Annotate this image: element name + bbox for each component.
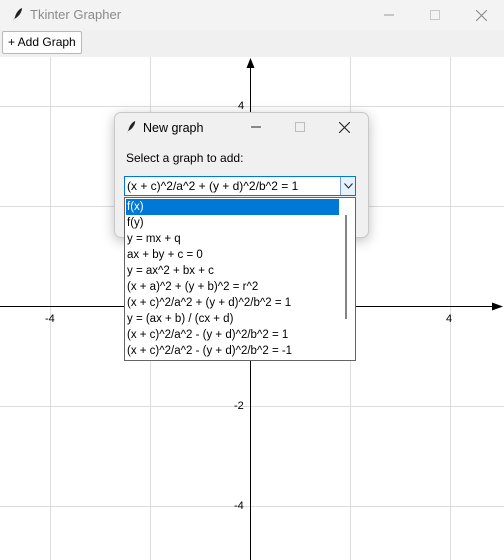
x-axis-arrow	[492, 302, 503, 311]
graph-type-dropdown-list[interactable]: f(x) f(y) y = mx + q ax + by + c = 0 y =…	[124, 197, 356, 361]
maximize-icon	[430, 10, 440, 20]
window-title: Tkinter Grapher	[30, 7, 122, 22]
combobox-value: (x + c)^2/a^2 + (y + d)^2/b^2 = 1	[127, 179, 299, 193]
window-titlebar: Tkinter Grapher	[0, 0, 504, 30]
list-item[interactable]: (x + c)^2/a^2 - (y + d)^2/b^2 = -1	[126, 343, 339, 359]
minimize-icon	[251, 126, 261, 128]
list-item[interactable]: (x + a)^2 + (y + b)^2 = r^2	[126, 279, 339, 295]
x-tick-label: -4	[45, 313, 55, 325]
dialog-minimize-button[interactable]	[233, 113, 279, 141]
combobox-dropdown-button[interactable]	[340, 177, 355, 195]
dialog-maximize-button[interactable]	[277, 113, 323, 141]
list-item[interactable]: y = mx + q	[126, 231, 339, 247]
close-icon	[338, 121, 350, 133]
list-item[interactable]: (x + c)^2/a^2 - (y + d)^2/b^2 = 1	[126, 327, 339, 343]
list-item[interactable]: y = ax^2 + bx + c	[126, 263, 339, 279]
feather-icon	[126, 121, 136, 134]
feather-icon	[13, 8, 22, 22]
y-tick-label: 4	[238, 100, 245, 112]
list-item[interactable]: (x + c)^2/a^2 + (y + d)^2/b^2 = 1	[126, 295, 339, 311]
list-item[interactable]: y = (ax + b) / (cx + d)	[126, 311, 339, 327]
list-item[interactable]: f(y)	[126, 215, 339, 231]
graph-type-combobox[interactable]: (x + c)^2/a^2 + (y + d)^2/b^2 = 1	[124, 176, 356, 196]
y-axis-arrow	[246, 58, 255, 68]
toolbar: + Add Graph	[0, 30, 504, 57]
y-tick-label: -4	[234, 500, 244, 512]
add-graph-button[interactable]: + Add Graph	[2, 31, 82, 54]
dialog-prompt: Select a graph to add:	[126, 151, 244, 165]
dropdown-scrollbar[interactable]	[339, 199, 354, 359]
dialog-title: New graph	[143, 121, 204, 135]
minimize-button[interactable]	[366, 0, 412, 30]
close-icon	[475, 9, 487, 21]
close-button[interactable]	[458, 0, 504, 30]
chevron-down-icon	[343, 183, 353, 189]
y-tick-label: -2	[234, 400, 244, 412]
x-tick-label: 4	[446, 313, 453, 325]
maximize-button[interactable]	[412, 0, 458, 30]
scrollbar-thumb[interactable]	[345, 215, 347, 319]
list-item[interactable]: f(x)	[126, 199, 339, 215]
minimize-icon	[384, 14, 394, 16]
dialog-close-button[interactable]	[321, 113, 367, 141]
maximize-icon	[295, 122, 305, 132]
list-item[interactable]: ax + by + c = 0	[126, 247, 339, 263]
